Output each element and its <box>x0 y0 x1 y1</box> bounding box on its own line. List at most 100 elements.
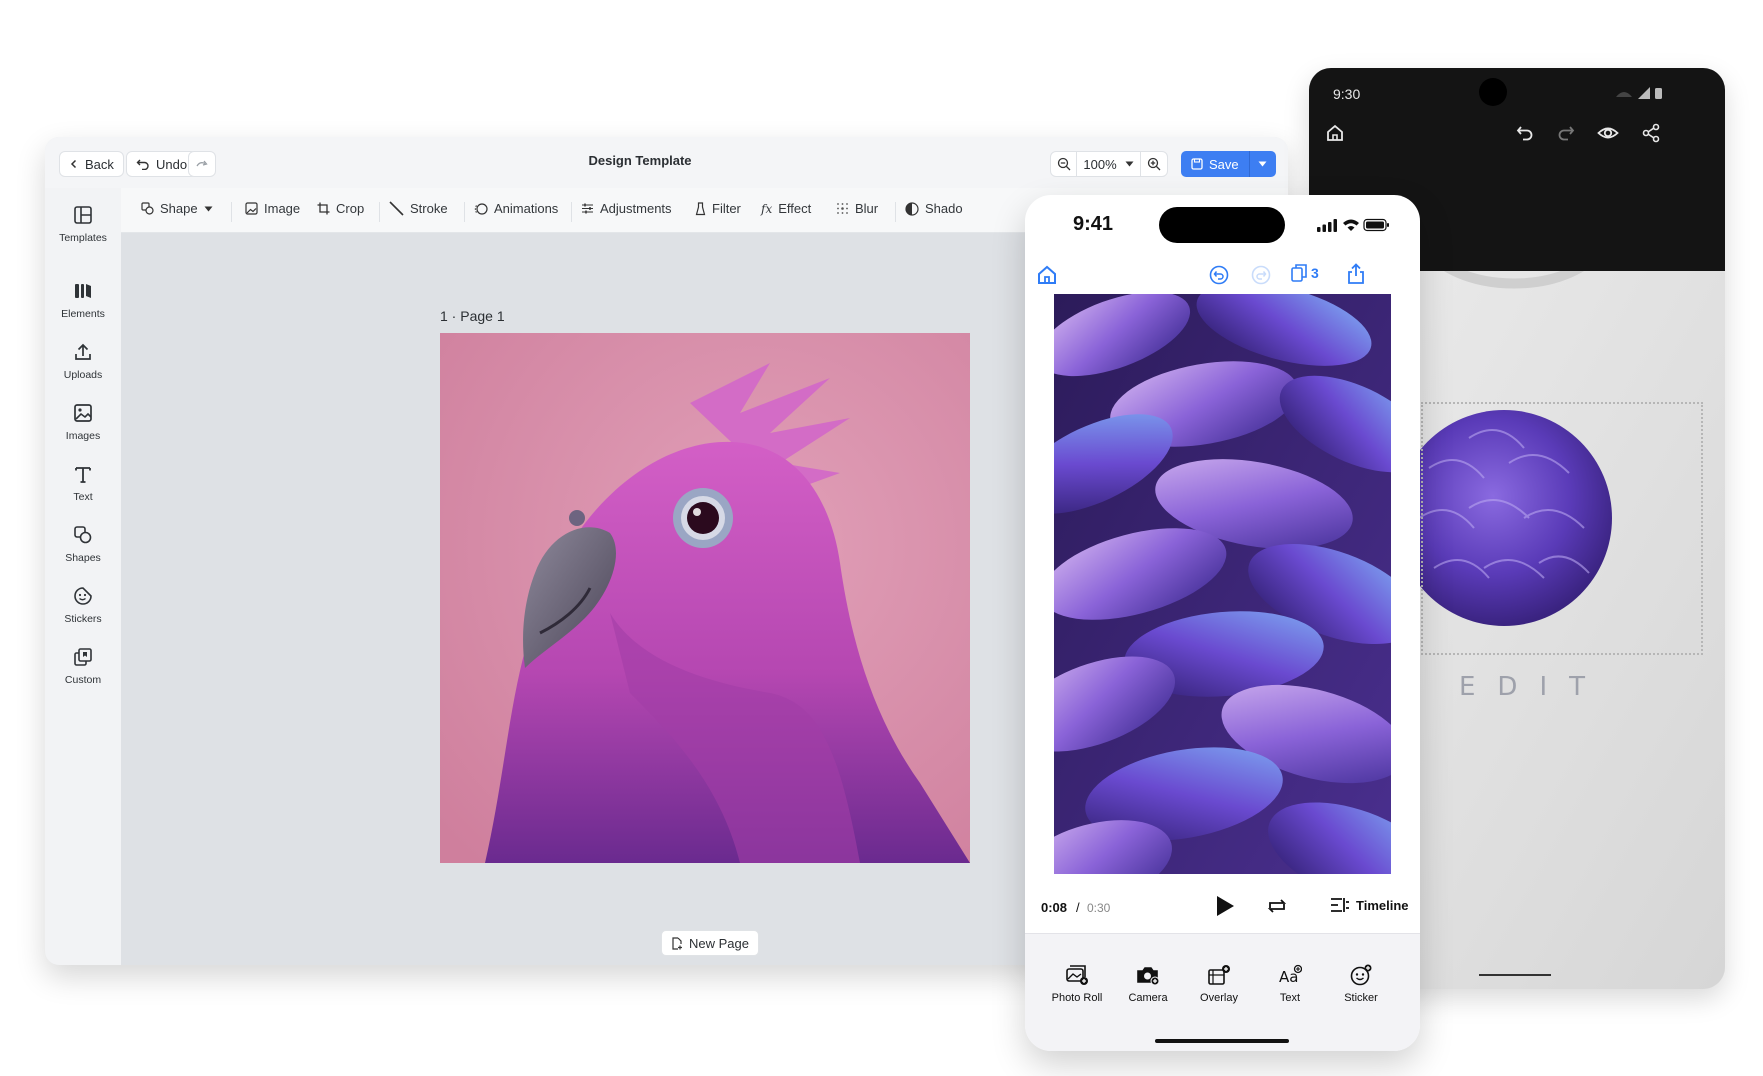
sidebar-item-templates[interactable]: Templates <box>45 205 121 244</box>
undo-circle-icon <box>1209 265 1229 285</box>
undo-button[interactable] <box>1209 265 1229 285</box>
stroke-icon <box>389 201 404 216</box>
tab-label: Photo Roll <box>1051 992 1103 1004</box>
tab-label: Text <box>1279 992 1301 1004</box>
adjustments-tool-label: Adjustments <box>600 201 672 216</box>
zoom-value: 100% <box>1083 156 1117 172</box>
undo-button[interactable] <box>1515 123 1535 143</box>
crop-tool[interactable]: Crop <box>317 201 364 216</box>
effect-tool[interactable]: fx Effect <box>761 201 811 216</box>
shadow-tool[interactable]: Shado <box>905 201 963 216</box>
sidebar-item-shapes[interactable]: Shapes <box>45 525 121 564</box>
pages-icon <box>1291 263 1307 283</box>
redo-button[interactable] <box>1556 123 1576 143</box>
image-tool-label: Image <box>264 201 301 216</box>
animations-tool[interactable]: Animations <box>474 201 558 216</box>
image-tool[interactable]: Image <box>245 201 300 216</box>
sidebar-item-label: Images <box>65 430 101 442</box>
new-page-label: New Page <box>689 935 749 951</box>
stroke-tool-label: Stroke <box>410 201 448 216</box>
filter-icon <box>695 201 706 216</box>
iphone-home-indicator <box>1155 1039 1289 1043</box>
function-icon: fx <box>761 201 773 216</box>
image-icon <box>245 202 258 215</box>
editor-sidebar: Templates Elements Uploads Images Text S… <box>45 188 121 965</box>
filter-tool-label: Filter <box>712 201 741 216</box>
shadow-tool-label: Shado <box>925 201 963 216</box>
play-button[interactable] <box>1214 894 1236 918</box>
preview-button[interactable] <box>1597 123 1619 143</box>
tab-text[interactable]: Aa Text <box>1254 964 1326 1004</box>
animation-icon <box>474 202 488 216</box>
tab-label: Overlay <box>1200 992 1238 1004</box>
text-icon <box>73 464 93 484</box>
toolbar-divider <box>231 202 232 222</box>
android-home-indicator <box>1479 974 1551 976</box>
sticker-icon <box>1349 964 1373 986</box>
save-button-group: Save <box>1181 151 1276 177</box>
shapes-icon <box>73 525 93 545</box>
zoom-in-icon <box>1147 157 1161 171</box>
zoom-out-button[interactable] <box>1051 152 1077 176</box>
sidebar-item-label: Shapes <box>65 552 101 564</box>
blur-tool[interactable]: Blur <box>836 201 878 216</box>
loop-icon <box>1266 897 1288 915</box>
zoom-select[interactable]: 100% <box>1077 152 1141 176</box>
sidebar-item-elements[interactable]: Elements <box>45 281 121 320</box>
iphone-mockup: 9:41 3 0:08 / 0:30 Timeline Photo Roll C… <box>1025 195 1420 1051</box>
toolbar-divider <box>895 202 896 222</box>
sidebar-item-label: Elements <box>61 308 105 320</box>
iphone-app-toolbar: 3 <box>1025 255 1420 295</box>
tab-photo-roll[interactable]: Photo Roll <box>1041 964 1113 1004</box>
feather-illustration <box>1054 294 1391 874</box>
custom-icon <box>73 647 93 667</box>
shape-tool-label: Shape <box>160 201 198 216</box>
share-button[interactable] <box>1641 123 1661 143</box>
sidebar-item-uploads[interactable]: Uploads <box>45 342 121 381</box>
sidebar-item-text[interactable]: Text <box>45 464 121 503</box>
print-area-selection[interactable] <box>1421 402 1703 655</box>
text-icon: Aa <box>1278 964 1302 986</box>
share-button[interactable] <box>1346 263 1366 285</box>
loop-button[interactable] <box>1266 897 1288 915</box>
dynamic-island <box>1159 207 1285 243</box>
redo-button[interactable] <box>1251 265 1271 285</box>
pages-button[interactable]: 3 <box>1291 263 1319 283</box>
home-button[interactable] <box>1036 264 1058 286</box>
timeline-label: Timeline <box>1356 897 1409 913</box>
home-button[interactable] <box>1325 123 1345 143</box>
new-page-button[interactable]: New Page <box>661 930 759 956</box>
feather-image[interactable] <box>1054 294 1391 874</box>
filter-tool[interactable]: Filter <box>695 201 741 216</box>
artboard-parrot-image[interactable] <box>440 333 970 863</box>
timeline-button[interactable]: Timeline <box>1330 897 1409 913</box>
stroke-tool[interactable]: Stroke <box>389 201 448 216</box>
sidebar-item-label: Stickers <box>64 613 102 625</box>
elements-icon <box>73 281 93 301</box>
sidebar-item-stickers[interactable]: Stickers <box>45 586 121 625</box>
adjustments-tool[interactable]: Adjustments <box>581 201 672 216</box>
sidebar-item-custom[interactable]: Custom <box>45 647 121 686</box>
crop-icon <box>317 202 330 215</box>
sidebar-item-images[interactable]: Images <box>45 403 121 442</box>
current-time: 0:08 <box>1041 900 1068 915</box>
shadow-icon <box>905 201 919 216</box>
zoom-in-button[interactable] <box>1141 152 1167 176</box>
sidebar-item-label: Templates <box>59 232 107 244</box>
shape-tool[interactable]: Shape <box>141 201 213 216</box>
camera-icon <box>1136 964 1160 986</box>
shape-icon <box>141 202 154 215</box>
animations-tool-label: Animations <box>494 201 559 216</box>
eye-icon <box>1597 123 1619 143</box>
save-button[interactable]: Save <box>1181 151 1250 177</box>
image-icon <box>73 403 93 423</box>
tab-sticker[interactable]: Sticker <box>1325 964 1397 1004</box>
shirt-text[interactable]: EDIT <box>1459 672 1719 702</box>
tab-overlay[interactable]: Overlay <box>1183 964 1255 1004</box>
save-options-button[interactable] <box>1250 151 1276 177</box>
caret-down-icon <box>1258 161 1267 167</box>
iphone-bottom-toolbar: Photo Roll Camera Overlay Aa Text Sticke… <box>1025 933 1420 1051</box>
status-icons <box>1317 217 1389 233</box>
tab-camera[interactable]: Camera <box>1112 964 1184 1004</box>
sidebar-item-label: Text <box>73 491 93 503</box>
